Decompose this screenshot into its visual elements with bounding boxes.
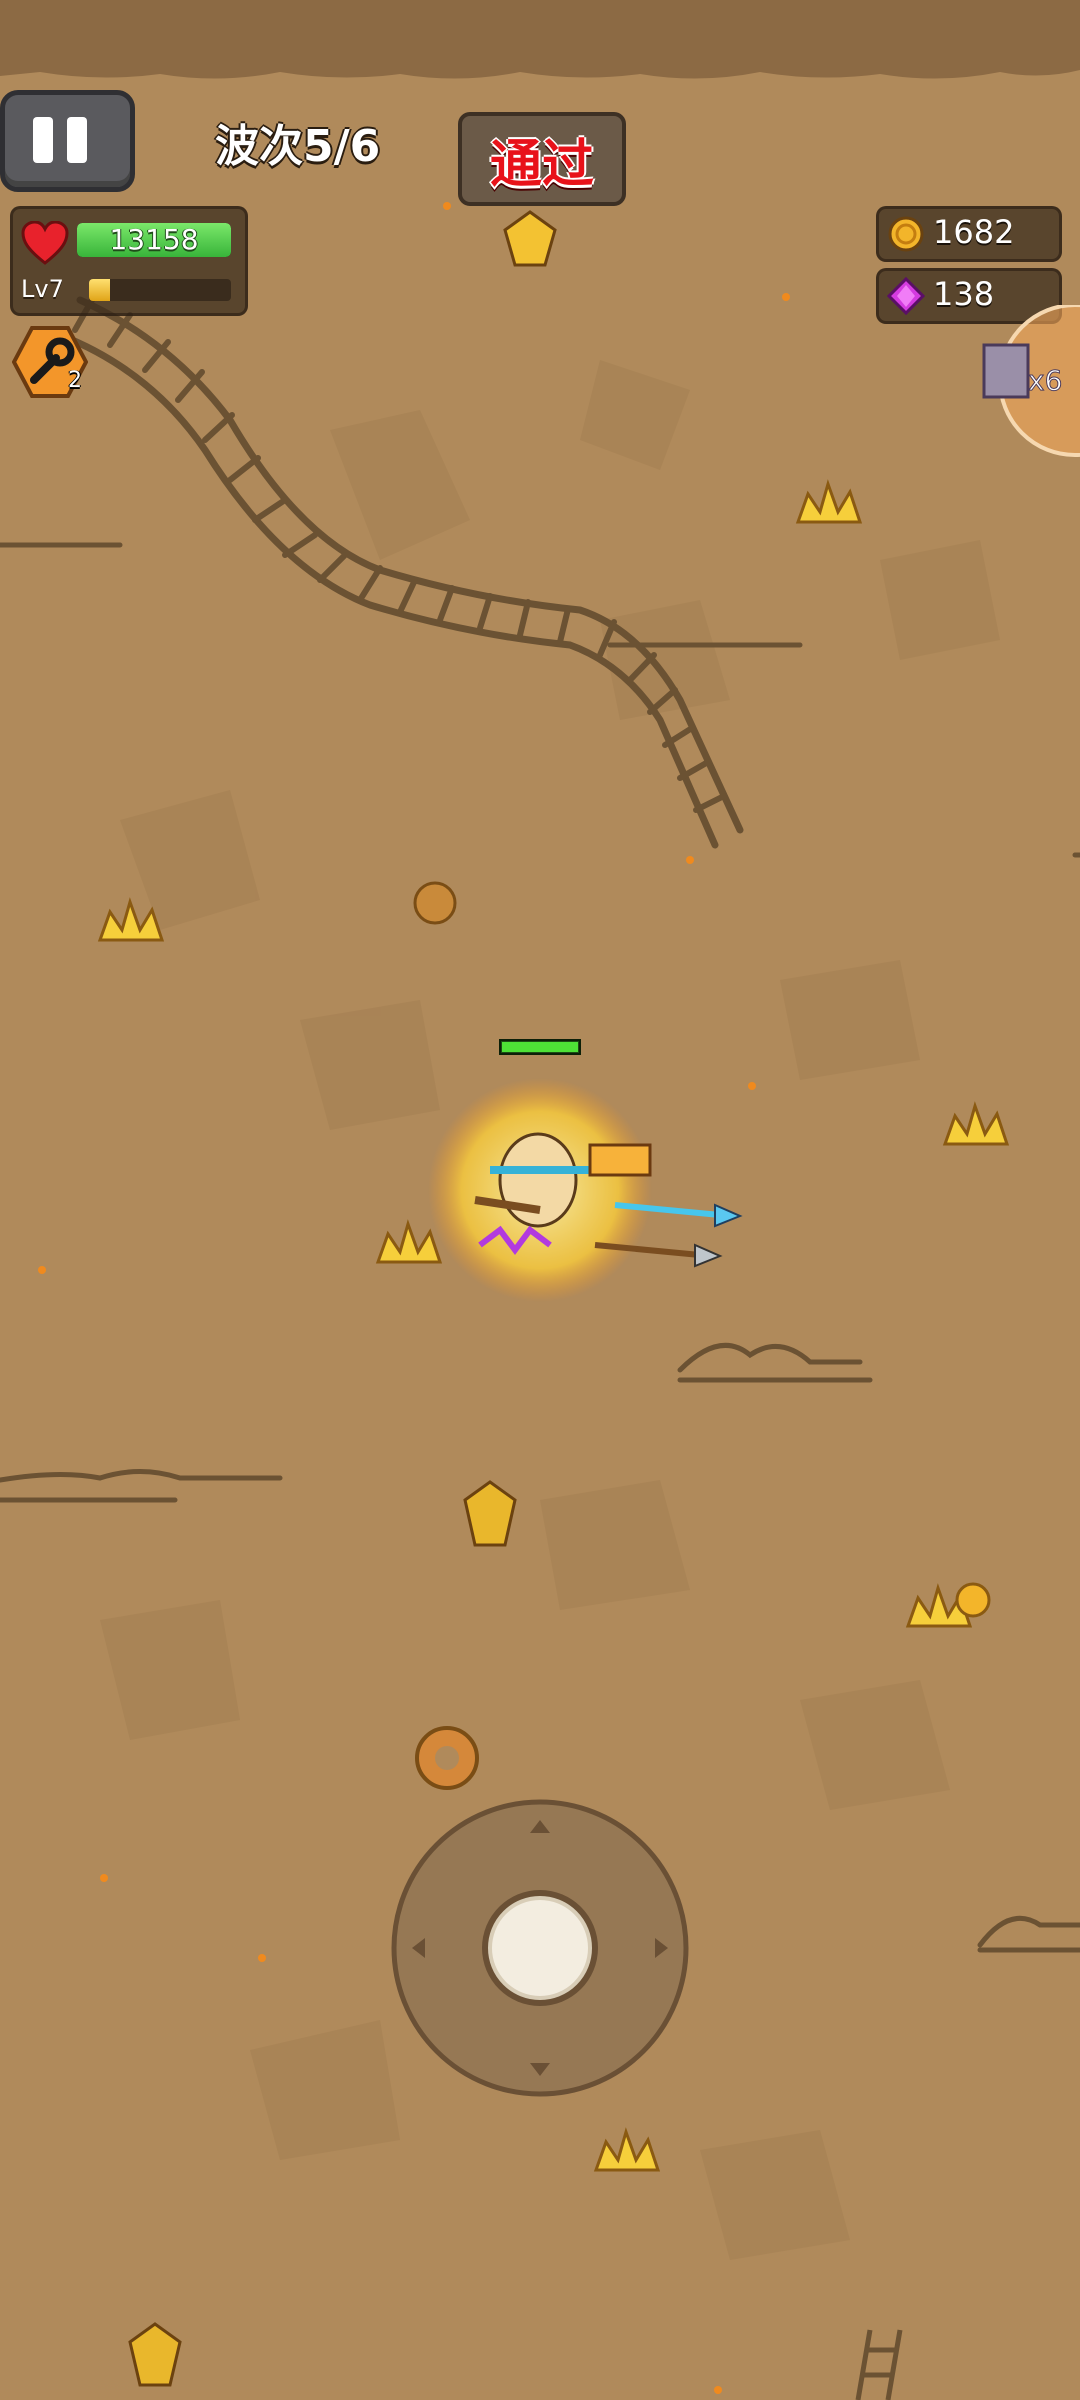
xp-bar-fill	[89, 279, 111, 301]
chest-icon	[982, 343, 1030, 399]
gem-icon	[887, 277, 925, 315]
bonus-multiplier: x6	[1028, 364, 1062, 397]
player-character	[428, 1039, 743, 1302]
gold-panel: 1682	[876, 206, 1062, 262]
joystick-thumb	[488, 1896, 592, 2000]
pause-button[interactable]	[0, 90, 135, 192]
joystick[interactable]	[390, 1798, 690, 2098]
level-label: Lv7	[21, 275, 64, 303]
player-stats-panel: 13158 Lv7	[10, 206, 248, 316]
pause-icon-bar	[67, 117, 87, 163]
bonus-bubble[interactable]: x6	[980, 305, 1080, 465]
xp-bar	[89, 279, 231, 301]
skill-count: 2	[68, 368, 82, 393]
heart-icon	[21, 221, 69, 265]
hp-value: 13158	[109, 223, 199, 256]
gold-count: 1682	[933, 213, 1015, 251]
pass-button[interactable]: 通过	[458, 112, 626, 206]
wave-counter: 波次5/6	[215, 121, 381, 172]
coin-icon	[888, 216, 924, 252]
pause-icon	[33, 117, 53, 163]
